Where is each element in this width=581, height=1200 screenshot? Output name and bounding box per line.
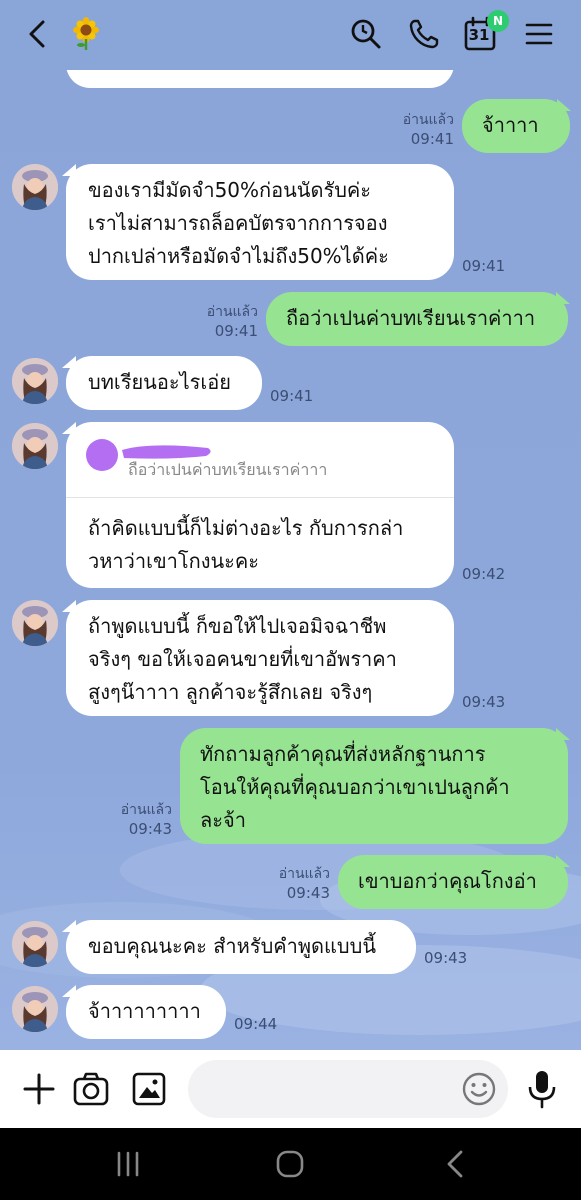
- avatar[interactable]: [12, 600, 58, 646]
- message-text-line: ละจ้า: [200, 808, 246, 832]
- message-bubble-incoming[interactable]: ถ้าพูดแบบนี้ ก็ขอให้ไปเจอมิจฉาชีพ จริงๆ …: [66, 600, 454, 716]
- voice-message-button[interactable]: [524, 1068, 560, 1110]
- search-button[interactable]: [348, 16, 384, 52]
- calendar-button[interactable]: 31 N: [462, 10, 509, 52]
- message-read-status: อ่านแล้ว 09:41: [206, 304, 258, 340]
- avatar[interactable]: [12, 986, 58, 1032]
- avatar-image: [12, 986, 58, 1032]
- calendar-badge: N: [487, 10, 509, 32]
- message-time: 09:43: [462, 693, 506, 711]
- message-text-line: สูงๆน๊าาาา ลูกค้าจะรู้สึกเลย จริงๆ: [88, 680, 373, 704]
- bubble-tail: [557, 99, 571, 111]
- avatar-image: [12, 164, 58, 210]
- chevron-left-icon: [29, 20, 45, 48]
- message-read-status: อ่านแล้ว 09:41: [402, 112, 454, 148]
- message-text-line: จริงๆ ขอให้เจอคนขายที่เขาอัพราคา: [88, 647, 397, 671]
- message-bubble-outgoing[interactable]: จ้าาาา: [462, 99, 570, 153]
- camera-button[interactable]: [72, 1070, 110, 1108]
- camera-icon: [73, 1072, 109, 1106]
- message-text-line: ของเรามีมัดจำ50%ก่อนนัดรับค่ะ: [88, 178, 372, 202]
- message-text-line: วหาว่าเขาโกงนะคะ: [88, 549, 259, 573]
- message-bubble-incoming[interactable]: ของเรามีมัดจำ50%ก่อนนัดรับค่ะ เราไม่สามา…: [66, 164, 454, 280]
- message-text-line: ปากเปล่าหรือมัดจำไม่ถึง50%ได้ค่ะ: [88, 244, 389, 268]
- reply-preview[interactable]: ถือว่าเปนค่าบทเรียนเราค่าาา: [66, 422, 454, 498]
- message-text: เขาบอกว่าคุณโกงอ่า: [358, 869, 537, 893]
- message-bubble-incoming-reply[interactable]: ถือว่าเปนค่าบทเรียนเราค่าาา ถ้าคิดแบบนี้…: [66, 422, 454, 588]
- message-bubble-incoming[interactable]: ขอบคุณนะคะ สำหรับคำพูดแบบนี้: [66, 920, 416, 974]
- message-text: บทเรียนอะไรเอ่ย: [88, 370, 231, 394]
- avatar-image: [12, 423, 58, 469]
- back-nav-button[interactable]: [436, 1146, 476, 1182]
- message-text: จ้าาาาาาาาา: [88, 999, 201, 1023]
- emoji-button[interactable]: [461, 1071, 497, 1107]
- message-text: ขอบคุณนะคะ สำหรับคำพูดแบบนี้: [88, 934, 376, 958]
- message-text-line: ถ้าพูดแบบนี้ ก็ขอให้ไปเจอมิจฉาชีพ: [88, 614, 387, 638]
- avatar[interactable]: [12, 358, 58, 404]
- reply-quote-text: ถือว่าเปนค่าบทเรียนเราค่าาา: [128, 460, 328, 479]
- chat-message-list[interactable]: อ่านแล้ว 09:41 จ้าาาา ของเรามีมัดจำ50%ก่…: [0, 70, 581, 1050]
- add-button[interactable]: [20, 1070, 58, 1108]
- message-time: 09:41: [462, 257, 506, 275]
- message-text: จ้าาาา: [482, 113, 539, 137]
- smiley-icon: [462, 1072, 496, 1106]
- message-bubble-outgoing[interactable]: เขาบอกว่าคุณโกงอ่า: [338, 855, 568, 909]
- chat-profile-icon[interactable]: [68, 16, 104, 52]
- image-gallery-icon: [132, 1072, 166, 1106]
- message-read-status: อ่านแล้ว 09:43: [278, 866, 330, 902]
- recent-apps-icon: [117, 1151, 139, 1177]
- sunflower-icon: [73, 17, 99, 50]
- home-button[interactable]: [270, 1146, 310, 1182]
- message-input[interactable]: [188, 1060, 508, 1118]
- message-time: 09:42: [462, 565, 506, 583]
- avatar[interactable]: [12, 423, 58, 469]
- bubble-tail: [556, 728, 570, 740]
- message-text-line: ถ้าคิดแบบนี้ก็ไม่ต่างอะไร กับการกล่า: [88, 516, 404, 540]
- avatar[interactable]: [12, 164, 58, 210]
- message-read-status: อ่านแล้ว 09:43: [120, 802, 172, 838]
- message-time: 09:41: [270, 387, 314, 405]
- message-input-bar: [0, 1050, 581, 1128]
- menu-button[interactable]: [521, 16, 557, 52]
- avatar-image: [12, 921, 58, 967]
- back-button[interactable]: [20, 16, 56, 52]
- message-time: 09:43: [424, 949, 468, 967]
- recent-apps-button[interactable]: [108, 1146, 148, 1182]
- message-bubble-partial[interactable]: [66, 70, 454, 88]
- home-icon: [276, 1150, 304, 1178]
- bubble-tail: [556, 292, 570, 304]
- message-bubble-incoming[interactable]: บทเรียนอะไรเอ่ย: [66, 356, 262, 410]
- message-bubble-outgoing[interactable]: ถือว่าเปนค่าบทเรียนเราค่าาา: [266, 292, 568, 346]
- message-text-line: โอนให้คุณที่คุณบอกว่าเขาเปนลูกค้า: [200, 775, 510, 799]
- plus-icon: [23, 1073, 55, 1105]
- message-text-block: ถ้าคิดแบบนี้ก็ไม่ต่างอะไร กับการกล่า วหา…: [88, 512, 403, 578]
- search-icon: [351, 19, 381, 49]
- avatar-image: [12, 358, 58, 404]
- microphone-icon: [528, 1071, 556, 1109]
- phone-icon: [409, 19, 439, 49]
- bubble-tail: [556, 855, 570, 867]
- message-bubble-incoming[interactable]: จ้าาาาาาาาา: [66, 985, 226, 1039]
- message-text-line: เราไม่สามารถล็อคบัตรจากการจอง: [88, 211, 388, 235]
- message-text-line: ทักถามลูกค้าคุณที่ส่งหลักฐานการ: [200, 742, 486, 766]
- back-arrow-icon: [447, 1150, 463, 1178]
- hamburger-menu-icon: [525, 23, 553, 45]
- message-time: 09:44: [234, 1015, 278, 1033]
- chat-header: 31 N: [0, 0, 581, 70]
- avatar[interactable]: [12, 921, 58, 967]
- message-bubble-outgoing[interactable]: ทักถามลูกค้าคุณที่ส่งหลักฐานการ โอนให้คุ…: [180, 728, 568, 844]
- system-navigation-bar: [0, 1128, 581, 1200]
- call-button[interactable]: [406, 16, 442, 52]
- message-text: ถือว่าเปนค่าบทเรียนเราค่าาา: [286, 306, 536, 330]
- gallery-button[interactable]: [130, 1070, 168, 1108]
- avatar-image: [12, 600, 58, 646]
